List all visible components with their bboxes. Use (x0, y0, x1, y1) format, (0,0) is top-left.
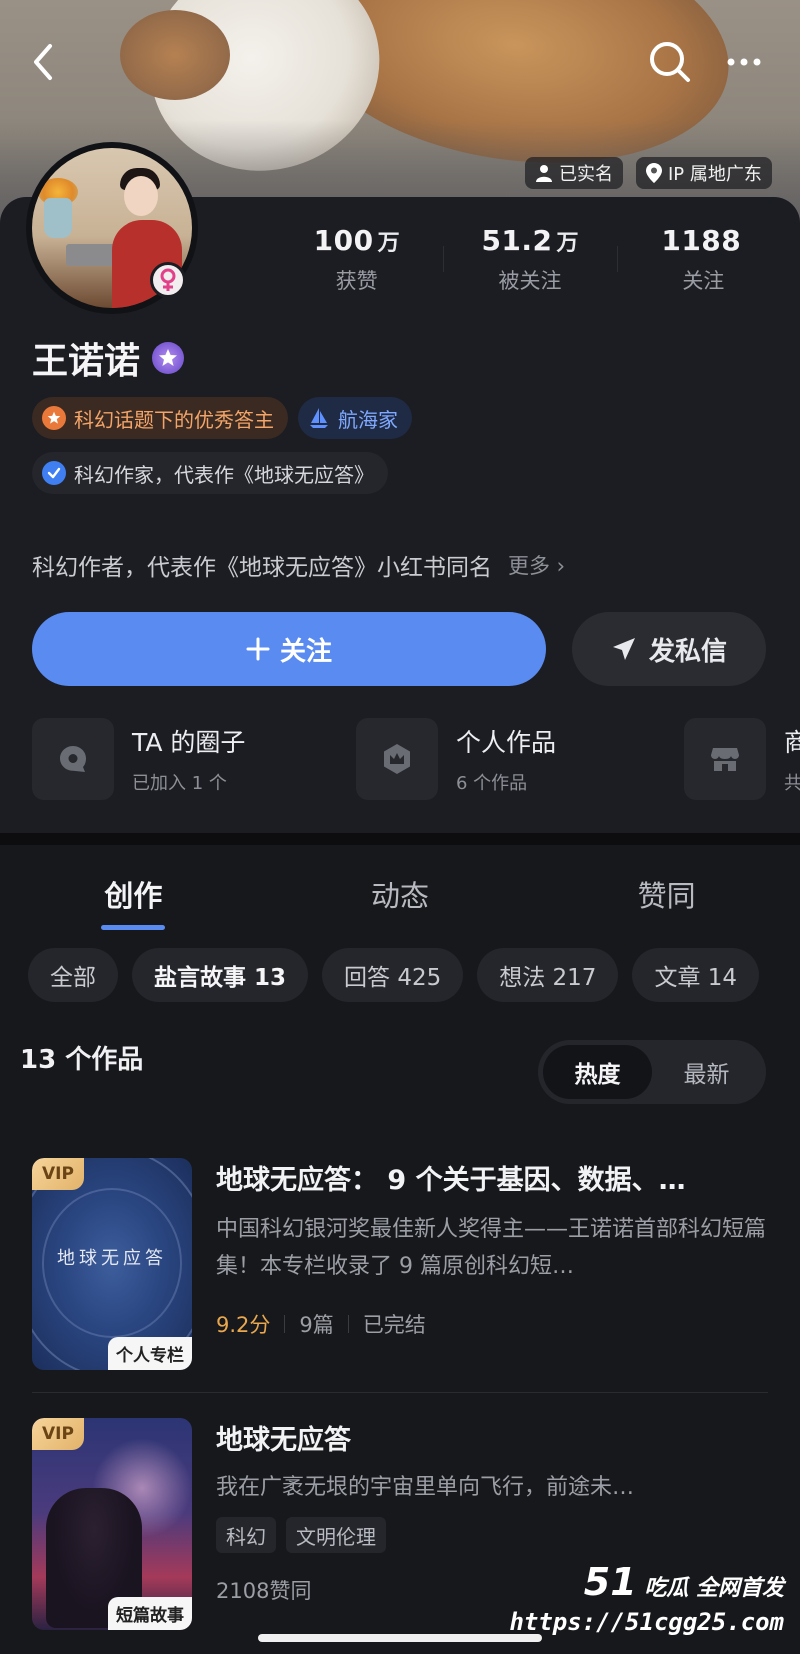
work-cover: 地球无应答 VIP 个人专栏 (32, 1158, 192, 1370)
work-description: 中国科幻银河奖最佳新人奖得主——王诺诺首部科幻短篇集！本专栏收录了 9 篇原创科… (216, 1217, 767, 1279)
sort-latest[interactable]: 最新 (652, 1045, 761, 1099)
work-title: 地球无应答： 9 个关于基因、数据、… (216, 1165, 686, 1196)
follow-button[interactable]: 关注 (32, 612, 546, 686)
profile-bio: 科幻作者，代表作《地球无应答》小红书同名 更多 › (32, 548, 565, 582)
profile-name-row: 王诺诺 (32, 332, 185, 384)
person-icon (536, 165, 552, 182)
work-chapter-count: 9篇 (299, 1313, 334, 1337)
work-upvotes: 2108赞同 (216, 1579, 312, 1603)
work-title: 地球无应答 (216, 1425, 351, 1456)
sort-toggle: 热度 最新 (538, 1040, 766, 1104)
chip-all[interactable]: 全部 (28, 948, 118, 1002)
circle-chat-icon (32, 718, 114, 800)
work-description: 我在广袤无垠的宇宙里单向飞行，前途未… (216, 1475, 635, 1500)
quick-link-circles[interactable]: TA 的圈子 已加入 1 个 (32, 718, 245, 800)
chip-stories[interactable]: 盐言故事 13 (132, 948, 309, 1002)
more-dots-icon (727, 58, 761, 66)
message-button[interactable]: 发私信 (572, 612, 766, 686)
location-pin-icon (646, 163, 662, 183)
back-button[interactable] (20, 38, 68, 86)
chip-answers[interactable]: 回答 425 (322, 948, 464, 1002)
tab-activity[interactable]: 动态 (267, 873, 534, 915)
bio-more-link[interactable]: 更多 › (508, 550, 565, 580)
work-status: 已完结 (362, 1313, 426, 1337)
content-tabs: 创作 动态 赞同 (0, 873, 800, 915)
tag-item[interactable]: 科幻 (216, 1517, 276, 1553)
chip-thoughts[interactable]: 想法 217 (477, 948, 619, 1002)
tab-creations[interactable]: 创作 (0, 873, 267, 915)
work-cover: VIP 短篇故事 (32, 1418, 192, 1630)
profile-stats: 100 万 获赞 51.2 万 被关注 1188 关注 (270, 224, 790, 295)
work-meta: 9.2分 9篇 已完结 (216, 1309, 768, 1339)
verified-check-icon (42, 461, 66, 485)
ip-location-tag: IP 属地广东 (636, 157, 772, 189)
active-tab-indicator (101, 925, 165, 930)
more-options-button[interactable] (720, 38, 768, 86)
medal-icon (42, 406, 66, 430)
stat-following[interactable]: 1188 关注 (616, 224, 790, 295)
vip-badge: VIP (32, 1418, 84, 1450)
stat-followers[interactable]: 51.2 万 被关注 (443, 224, 616, 295)
stat-likes[interactable]: 100 万 获赞 (270, 224, 443, 295)
creator-level-icon[interactable] (152, 342, 185, 374)
work-score: 9.2分 (216, 1313, 271, 1337)
paper-plane-icon (612, 638, 635, 660)
crown-hexagon-icon (356, 718, 438, 800)
tab-upvotes[interactable]: 赞同 (533, 873, 800, 915)
quick-link-shop[interactable]: 商 共 (684, 718, 800, 800)
chip-articles[interactable]: 文章 14 (632, 948, 760, 1002)
sailboat-icon (310, 408, 328, 428)
navigator-badge[interactable]: 航海家 (298, 397, 412, 439)
search-icon (650, 42, 690, 82)
work-tags: 科幻 文明伦理 (216, 1517, 768, 1553)
search-button[interactable] (646, 38, 694, 86)
store-icon (684, 718, 766, 800)
chevron-left-icon (34, 44, 52, 80)
sort-hot[interactable]: 热度 (543, 1045, 652, 1099)
work-item[interactable]: 地球无应答 VIP 个人专栏 地球无应答： 9 个关于基因、数据、… 中国科幻银… (32, 1158, 768, 1370)
verified-tag: 已实名 (525, 157, 623, 189)
identity-certification-badge[interactable]: 科幻作家，代表作《地球无应答》 (32, 452, 388, 494)
site-watermark: 51 吃瓜 全网首发 https://51cgg25.com (509, 1560, 784, 1636)
cover-type-label: 个人专栏 (108, 1337, 192, 1370)
home-indicator[interactable] (258, 1634, 542, 1642)
profile-name: 王诺诺 (32, 341, 141, 382)
filter-chips: 全部 盐言故事 13 回答 425 想法 217 文章 14 (28, 948, 760, 1002)
vip-badge: VIP (32, 1158, 84, 1190)
quick-link-works[interactable]: 个人作品 6 个作品 (356, 718, 556, 800)
excellent-answerer-badge[interactable]: 科幻话题下的优秀答主 (32, 397, 288, 439)
works-count: 13 个作品 (20, 1045, 144, 1075)
female-gender-icon (150, 262, 186, 298)
plus-icon (246, 637, 270, 661)
cover-type-label: 短篇故事 (108, 1597, 192, 1630)
tag-item[interactable]: 文明伦理 (286, 1517, 386, 1553)
